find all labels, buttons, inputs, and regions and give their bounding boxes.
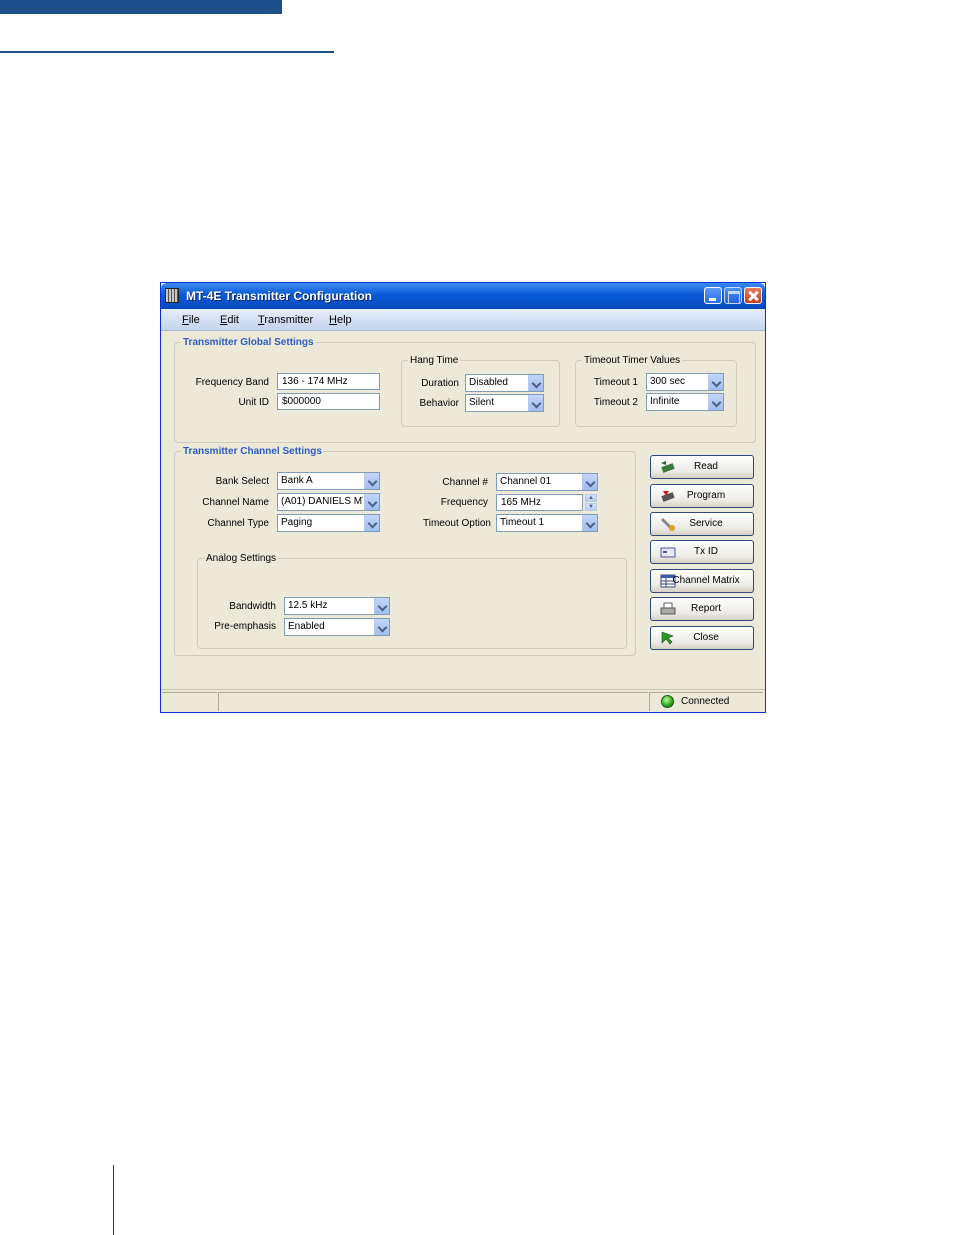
channel-matrix-button-label: Channel Matrix xyxy=(672,575,740,586)
behavior-select[interactable]: Silent xyxy=(465,394,544,412)
frequency-label: Frequency xyxy=(440,497,488,508)
page-header-rule xyxy=(0,51,334,53)
frequency-spinner[interactable]: ▲ ▼ xyxy=(585,494,597,511)
channel-number-select[interactable]: Channel 01 xyxy=(496,473,598,491)
window-content: Transmitter Global Settings Frequency Ba… xyxy=(161,331,765,689)
connection-status-text: Connected xyxy=(681,696,730,707)
status-pane-2 xyxy=(218,692,648,711)
bandwidth-select[interactable]: 12.5 kHz xyxy=(284,597,390,615)
channel-name-value: (A01) DANIELS MT xyxy=(281,496,363,507)
title-bar[interactable]: MT-4E Transmitter Configuration xyxy=(161,283,765,309)
timeout-option-value: Timeout 1 xyxy=(500,517,545,528)
channel-number-value: Channel 01 xyxy=(500,476,552,487)
service-button[interactable]: Service xyxy=(650,512,754,536)
menu-file[interactable]: File xyxy=(182,314,200,326)
timeout2-value: Infinite xyxy=(650,396,680,407)
behavior-label: Behavior xyxy=(419,398,459,409)
menu-help[interactable]: Help xyxy=(329,314,352,326)
timeout1-label: Timeout 1 xyxy=(593,377,638,388)
read-button-label: Read xyxy=(694,461,718,472)
channel-type-label: Channel Type xyxy=(207,518,269,529)
close-button[interactable]: Close xyxy=(650,626,754,650)
page-margin-line xyxy=(113,1165,114,1235)
preemphasis-select[interactable]: Enabled xyxy=(284,618,390,636)
duration-select[interactable]: Disabled xyxy=(465,374,544,392)
timeout-option-select[interactable]: Timeout 1 xyxy=(496,514,598,532)
window-title: MT-4E Transmitter Configuration xyxy=(186,289,373,303)
menu-bar: File Edit Transmitter Help xyxy=(161,309,765,331)
menu-transmitter[interactable]: Transmitter xyxy=(258,314,313,326)
bank-select-label: Bank Select xyxy=(215,476,269,487)
timeout2-select[interactable]: Infinite xyxy=(646,393,724,411)
frequency-band-field[interactable]: 136 - 174 MHz xyxy=(277,373,380,390)
chevron-down-icon[interactable] xyxy=(364,515,379,531)
chevron-down-icon[interactable] xyxy=(374,598,389,614)
page-header-bar xyxy=(0,0,282,14)
bank-select-value: Bank A xyxy=(281,475,313,486)
duration-label: Duration xyxy=(421,378,459,389)
menu-edit[interactable]: Edit xyxy=(220,314,239,326)
chevron-down-icon[interactable] xyxy=(708,374,723,390)
config-window: MT-4E Transmitter Configuration File Edi… xyxy=(160,282,766,713)
channel-name-select[interactable]: (A01) DANIELS MT xyxy=(277,493,380,511)
report-button-label: Report xyxy=(690,603,721,614)
timeout-timer-title: Timeout Timer Values xyxy=(584,355,681,366)
channel-matrix-button[interactable]: Channel Matrix xyxy=(650,569,754,593)
channel-number-label: Channel # xyxy=(442,477,488,488)
frequency-field[interactable]: 165 MHz xyxy=(496,494,583,511)
unit-id-label: Unit ID xyxy=(238,397,269,408)
duration-value: Disabled xyxy=(469,377,508,388)
bandwidth-value: 12.5 kHz xyxy=(288,600,328,611)
channel-name-label: Channel Name xyxy=(202,497,269,508)
maximize-button[interactable] xyxy=(724,287,742,304)
chevron-down-icon[interactable] xyxy=(582,515,597,531)
behavior-value: Silent xyxy=(469,397,495,408)
status-bar: Connected xyxy=(161,689,765,712)
connection-status-icon xyxy=(661,695,674,708)
timeout-timer-group: Timeout Timer Values xyxy=(575,355,737,427)
timeout1-value: 300 sec xyxy=(650,376,686,387)
close-window-button[interactable] xyxy=(744,287,762,304)
spin-up-icon[interactable]: ▲ xyxy=(585,494,597,502)
bank-select[interactable]: Bank A xyxy=(277,472,380,490)
program-button[interactable]: Program xyxy=(650,484,754,508)
timeout2-label: Timeout 2 xyxy=(593,397,638,408)
channel-settings-title: Transmitter Channel Settings xyxy=(183,446,322,457)
channel-type-select[interactable]: Paging xyxy=(277,514,380,532)
chevron-down-icon[interactable] xyxy=(528,395,543,411)
unit-id-field[interactable]: $000000 xyxy=(277,393,380,410)
preemphasis-label: Pre-emphasis xyxy=(214,621,276,632)
chevron-down-icon[interactable] xyxy=(708,394,723,410)
close-button-label: Close xyxy=(693,632,719,643)
channel-type-value: Paging xyxy=(281,517,313,528)
service-button-label: Service xyxy=(689,518,723,529)
chevron-down-icon[interactable] xyxy=(364,473,379,489)
timeout-option-label: Timeout Option xyxy=(423,518,491,529)
tx-id-button[interactable]: Tx ID xyxy=(650,540,754,564)
chevron-down-icon[interactable] xyxy=(582,474,597,490)
minimize-button[interactable] xyxy=(704,287,722,304)
global-settings-title: Transmitter Global Settings xyxy=(183,337,314,348)
program-button-label: Program xyxy=(686,490,726,501)
spin-down-icon[interactable]: ▼ xyxy=(585,503,597,511)
analog-settings-title: Analog Settings xyxy=(206,553,277,564)
frequency-band-label: Frequency Band xyxy=(195,377,269,388)
tx-id-button-label: Tx ID xyxy=(694,546,718,557)
chevron-down-icon[interactable] xyxy=(374,619,389,635)
report-button[interactable]: Report xyxy=(650,597,754,621)
hang-time-title: Hang Time xyxy=(410,355,459,366)
bandwidth-label: Bandwidth xyxy=(229,601,276,612)
chevron-down-icon[interactable] xyxy=(364,494,379,510)
timeout1-select[interactable]: 300 sec xyxy=(646,373,724,391)
app-icon[interactable] xyxy=(165,288,179,303)
read-button[interactable]: Read xyxy=(650,455,754,479)
status-pane-1 xyxy=(162,692,217,711)
chevron-down-icon[interactable] xyxy=(528,375,543,391)
preemphasis-value: Enabled xyxy=(288,621,325,632)
